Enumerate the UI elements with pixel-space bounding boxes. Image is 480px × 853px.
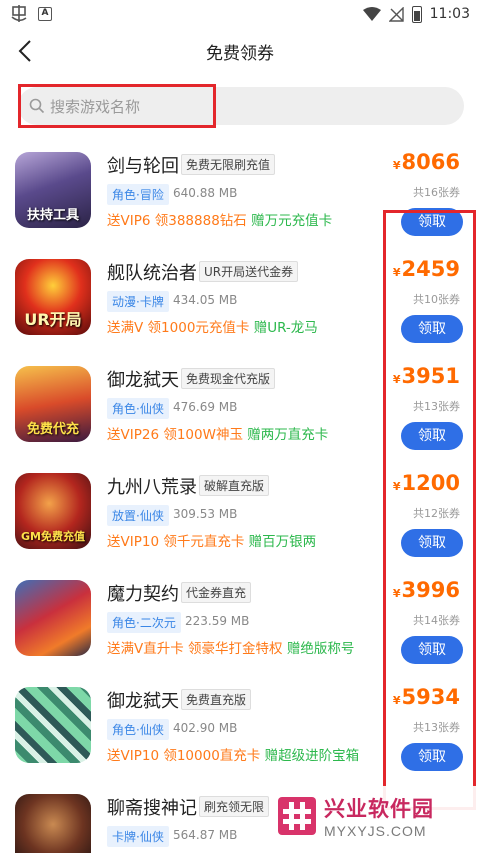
- game-name: 御龙弑天: [107, 370, 179, 391]
- file-size: 476.69 MB: [173, 400, 238, 414]
- icon-caption: GM免费充值: [21, 530, 85, 543]
- genre-badge: 角色·仙侠: [107, 398, 169, 419]
- game-name: 剑与轮回: [107, 156, 179, 177]
- currency-symbol: ¥: [392, 159, 401, 172]
- genre-badge: 角色·仙侠: [107, 719, 169, 740]
- search-icon: [29, 98, 45, 114]
- game-icon: 免费代充: [15, 366, 91, 442]
- icon-caption: UR开局: [24, 310, 82, 329]
- watermark-url: MYXYJS.COM: [324, 823, 427, 839]
- perk-vip: 送VIP10: [107, 748, 160, 764]
- game-icon: GM免费充值: [15, 473, 91, 549]
- price-value: 8066: [401, 150, 460, 174]
- search-placeholder: 搜索游戏名称: [50, 97, 141, 116]
- perk-vip: 送VIP10: [107, 534, 160, 550]
- perk-vip: 送VIP26: [107, 427, 160, 443]
- file-size: 402.90 MB: [173, 721, 238, 735]
- no-signal-icon: [388, 6, 404, 22]
- chevron-left-icon: [18, 40, 31, 62]
- game-name: 九州八荒录: [107, 477, 197, 498]
- perk-bonus: 赠超级进阶宝箱: [264, 748, 360, 764]
- perk-vip: 送VIP6: [107, 213, 151, 229]
- file-size: 434.05 MB: [173, 293, 238, 307]
- status-time: 11:03: [429, 6, 470, 22]
- battery-icon: [411, 5, 422, 23]
- game-icon: 扶持工具: [15, 152, 91, 228]
- game-icon: [15, 794, 91, 853]
- game-tag: 免费现金代充版: [181, 368, 276, 389]
- coupon-count: 共16张券: [413, 186, 460, 199]
- perk-line: 送满V直升卡 领豪华打金特权 赠绝版称号: [107, 637, 354, 657]
- game-tag: 破解直充版: [199, 475, 270, 496]
- perk-reward: 领1000元充值卡: [147, 320, 250, 336]
- game-tag: 代金券直充: [181, 582, 252, 603]
- file-size: 223.59 MB: [185, 614, 250, 628]
- perk-line: 送VIP10 领10000直充卡 赠超级进阶宝箱: [107, 744, 359, 764]
- highlight-frame: [383, 210, 476, 810]
- watermark-title: 兴业软件园: [324, 797, 434, 821]
- perk-line: 送满V 领1000元充值卡 赠UR-龙马: [107, 316, 318, 336]
- game-name: 御龙弑天: [107, 691, 179, 712]
- perk-bonus: 赠两万直充卡: [247, 427, 329, 443]
- icon-caption: 免费代充: [26, 422, 79, 437]
- status-bar: A 11:03: [0, 0, 480, 28]
- genre-badge: 角色·二次元: [107, 612, 181, 633]
- genre-badge: 卡牌·仙侠: [107, 826, 169, 847]
- perk-vip: 送满V直升卡: [107, 641, 184, 657]
- genre-badge: 动漫·卡牌: [107, 291, 169, 312]
- header: 免费领券: [0, 28, 480, 74]
- perk-line: 送VIP26 领100W神玉 赠两万直充卡: [107, 423, 328, 443]
- perk-reward: 领10000直充卡: [163, 748, 261, 764]
- genre-badge: 角色·冒险: [107, 184, 169, 205]
- game-tag: 免费无限刷充值: [181, 154, 276, 175]
- game-icon: [15, 580, 91, 656]
- page-title: 免费领券: [206, 43, 274, 64]
- file-size: 309.53 MB: [173, 507, 238, 521]
- perk-line: 送VIP6 领388888钻石 赠万元充值卡: [107, 209, 332, 229]
- back-button[interactable]: [10, 36, 40, 66]
- perk-bonus: 赠UR-龙马: [253, 320, 318, 336]
- game-tag: UR开局送代金券: [199, 261, 299, 282]
- game-tag: 免费直充版: [181, 689, 252, 710]
- game-name: 聊斋搜神记: [107, 798, 197, 819]
- game-name: 魔力契约: [107, 584, 179, 605]
- perk-bonus: 赠绝版称号: [286, 641, 355, 657]
- file-size: 564.87 MB: [173, 828, 238, 842]
- perk-bonus: 赠百万银两: [248, 534, 317, 550]
- search-input[interactable]: 搜索游戏名称: [18, 84, 216, 128]
- file-size: 640.88 MB: [173, 186, 238, 200]
- perk-vip: 送满V: [107, 320, 144, 336]
- perk-reward: 领千元直充卡: [163, 534, 245, 550]
- game-icon: [15, 687, 91, 763]
- hash-logo-icon: [278, 797, 316, 835]
- watermark: 兴业软件园 MYXYJS.COM: [270, 786, 480, 846]
- game-name: 舰队统治者: [107, 263, 197, 284]
- genre-badge: 放置·仙侠: [107, 505, 169, 526]
- game-icon: UR开局: [15, 259, 91, 335]
- price: ¥8066: [393, 150, 460, 174]
- perk-bonus: 赠万元充值卡: [251, 213, 333, 229]
- app-notification-icon: [11, 5, 27, 22]
- perk-reward: 领豪华打金特权: [188, 641, 283, 657]
- icon-caption: 扶持工具: [26, 208, 79, 223]
- perk-reward: 领388888钻石: [154, 213, 247, 229]
- perk-reward: 领100W神玉: [163, 427, 243, 443]
- perk-line: 送VIP10 领千元直充卡 赠百万银两: [107, 530, 316, 550]
- a-notification-icon: A: [38, 7, 52, 21]
- wifi-icon: [362, 6, 381, 21]
- game-tag: 刷充领无限: [199, 796, 270, 817]
